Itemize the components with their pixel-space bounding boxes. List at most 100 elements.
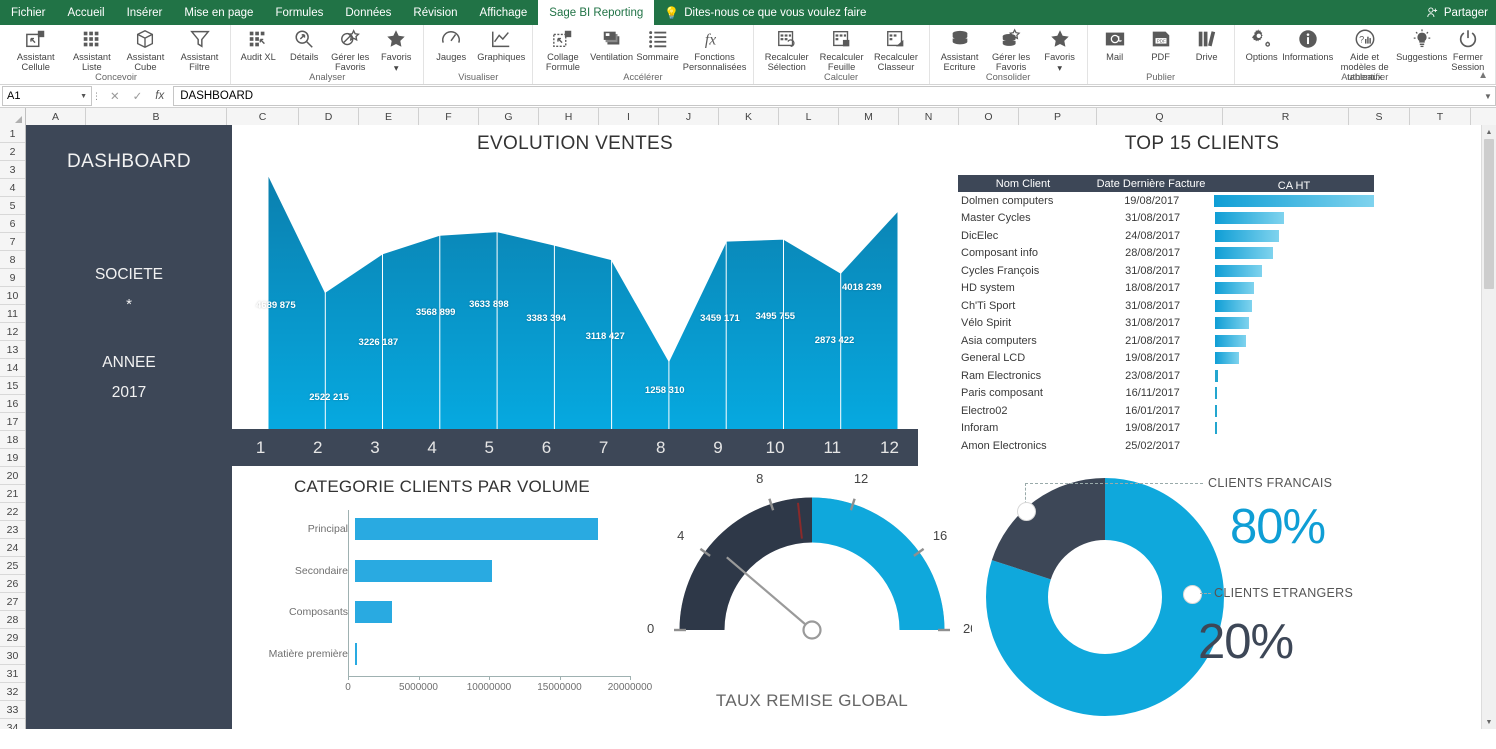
ribbon-button-graphiques[interactable]: Graphiques [474, 25, 528, 62]
close-icon[interactable]: ✕ [110, 89, 120, 103]
row-header-6[interactable]: 6 [0, 215, 25, 233]
row-header-21[interactable]: 21 [0, 485, 25, 503]
column-header-D[interactable]: D [299, 108, 359, 125]
row-header-5[interactable]: 5 [0, 197, 25, 215]
column-header-A[interactable]: A [26, 108, 86, 125]
collapse-ribbon-button[interactable]: ▲ [1478, 70, 1488, 81]
ribbon-button-collage-formule[interactable]: Collage Formule [537, 25, 588, 72]
name-box[interactable]: A1 ▼ [2, 86, 92, 106]
ribbon-button-sommaire[interactable]: Sommaire [635, 25, 681, 62]
ribbon-button-mail[interactable]: Mail [1092, 25, 1138, 62]
ribbon-button-gerer-favoris-analyser[interactable]: Gérer les Favoris [327, 25, 373, 72]
column-header-P[interactable]: P [1019, 108, 1097, 125]
ribbon-button-ventilation[interactable]: Ventilation [589, 25, 635, 62]
row-header-8[interactable]: 8 [0, 251, 25, 269]
column-header-H[interactable]: H [539, 108, 599, 125]
column-header-L[interactable]: L [779, 108, 839, 125]
ribbon-tab-revision[interactable]: Révision [402, 0, 468, 25]
row-header-28[interactable]: 28 [0, 611, 25, 629]
column-header-O[interactable]: O [959, 108, 1019, 125]
row-header-4[interactable]: 4 [0, 179, 25, 197]
row-header-26[interactable]: 26 [0, 575, 25, 593]
ribbon-button-assistant-ecriture[interactable]: Assistant Ecriture [934, 25, 986, 72]
annee-value[interactable]: 2017 [26, 384, 232, 402]
ribbon-button-options[interactable]: Options [1239, 25, 1285, 62]
fx-icon[interactable]: fx [155, 90, 164, 102]
row-header-33[interactable]: 33 [0, 701, 25, 719]
column-header-T[interactable]: T [1410, 108, 1471, 125]
row-header-32[interactable]: 32 [0, 683, 25, 701]
ribbon-button-assistant-filtre[interactable]: Assistant Filtre [173, 25, 226, 72]
ribbon-button-audit-xl[interactable]: Audit XL [235, 25, 281, 62]
scroll-thumb[interactable] [1484, 139, 1494, 289]
ribbon-tab-sage-bi-reporting[interactable]: Sage BI Reporting [538, 0, 654, 25]
ribbon-tab-formules[interactable]: Formules [264, 0, 334, 25]
row-header-9[interactable]: 9 [0, 269, 25, 287]
row-header-7[interactable]: 7 [0, 233, 25, 251]
column-header-R[interactable]: R [1223, 108, 1349, 125]
ribbon-button-favoris-analyser[interactable]: Favoris ▾ [373, 25, 419, 73]
vertical-scrollbar[interactable]: ▲ ▼ [1481, 125, 1496, 729]
row-header-19[interactable]: 19 [0, 449, 25, 467]
ribbon-button-recalculer-selection[interactable]: Recalculer Sélection [758, 25, 816, 72]
row-header-15[interactable]: 15 [0, 377, 25, 395]
chevron-down-icon[interactable]: ▾ [394, 63, 399, 73]
column-header-N[interactable]: N [899, 108, 959, 125]
select-all-corner[interactable] [0, 108, 26, 125]
row-header-31[interactable]: 31 [0, 665, 25, 683]
row-header-20[interactable]: 20 [0, 467, 25, 485]
share-button[interactable]: Partager [1426, 0, 1488, 25]
row-header-25[interactable]: 25 [0, 557, 25, 575]
chevron-down-icon[interactable]: ▼ [80, 93, 87, 100]
ribbon-tab-donnees[interactable]: Données [334, 0, 402, 25]
row-header-14[interactable]: 14 [0, 359, 25, 377]
ribbon-tab-accueil[interactable]: Accueil [57, 0, 116, 25]
column-header-M[interactable]: M [839, 108, 899, 125]
expand-formula-bar-button[interactable]: ▼ [1481, 86, 1496, 106]
row-header-23[interactable]: 23 [0, 521, 25, 539]
ribbon-button-fonctions-personnalisees[interactable]: fx Fonctions Personnalisées [681, 25, 749, 72]
row-header-17[interactable]: 17 [0, 413, 25, 431]
check-icon[interactable]: ✓ [133, 89, 143, 103]
ribbon-button-assistant-cube[interactable]: Assistant Cube [118, 25, 173, 72]
ribbon-button-fermer-session[interactable]: Fermer Session [1445, 25, 1491, 72]
row-header-24[interactable]: 24 [0, 539, 25, 557]
row-header-29[interactable]: 29 [0, 629, 25, 647]
column-header-B[interactable]: B [86, 108, 227, 125]
ribbon-button-gerer-favoris-consolider[interactable]: Gérer les Favoris [985, 25, 1036, 72]
ribbon-tab-mise-en-page[interactable]: Mise en page [173, 0, 264, 25]
row-header-10[interactable]: 10 [0, 287, 25, 305]
row-header-22[interactable]: 22 [0, 503, 25, 521]
column-header-F[interactable]: F [419, 108, 479, 125]
ribbon-button-assistant-liste[interactable]: Assistant Liste [65, 25, 118, 72]
row-header-13[interactable]: 13 [0, 341, 25, 359]
row-header-12[interactable]: 12 [0, 323, 25, 341]
ribbon-button-drive[interactable]: Drive [1184, 25, 1230, 62]
row-header-34[interactable]: 34 [0, 719, 25, 729]
column-header-E[interactable]: E [359, 108, 419, 125]
ribbon-tab-inserer[interactable]: Insérer [116, 0, 174, 25]
column-header-C[interactable]: C [227, 108, 299, 125]
ribbon-button-pdf[interactable]: PDF PDF [1138, 25, 1184, 62]
row-header-30[interactable]: 30 [0, 647, 25, 665]
ribbon-button-recalculer-feuille[interactable]: Recalculer Feuille [816, 25, 868, 72]
tell-me-box[interactable]: 💡 Dites-nous ce que vous voulez faire [654, 0, 876, 25]
scroll-down-arrow[interactable]: ▼ [1482, 715, 1496, 729]
chevron-down-icon[interactable]: ▾ [1057, 63, 1062, 73]
row-header-11[interactable]: 11 [0, 305, 25, 323]
row-header-18[interactable]: 18 [0, 431, 25, 449]
ribbon-button-informations[interactable]: Informations [1285, 25, 1331, 62]
ribbon-button-jauges[interactable]: Jauges [428, 25, 474, 62]
column-header-S[interactable]: S [1349, 108, 1410, 125]
row-header-1[interactable]: 1 [0, 125, 25, 143]
row-header-27[interactable]: 27 [0, 593, 25, 611]
ribbon-tab-affichage[interactable]: Affichage [469, 0, 539, 25]
ribbon-button-details[interactable]: Détails [281, 25, 327, 62]
column-header-J[interactable]: J [659, 108, 719, 125]
ribbon-tab-fichier[interactable]: Fichier [0, 0, 57, 25]
ribbon-button-recalculer-classeur[interactable]: Recalculer Classeur [867, 25, 924, 72]
column-header-K[interactable]: K [719, 108, 779, 125]
ribbon-button-favoris-consolider[interactable]: Favoris ▾ [1037, 25, 1083, 73]
row-header-3[interactable]: 3 [0, 161, 25, 179]
ribbon-button-assistant-cellule[interactable]: Assistant Cellule [6, 25, 65, 72]
